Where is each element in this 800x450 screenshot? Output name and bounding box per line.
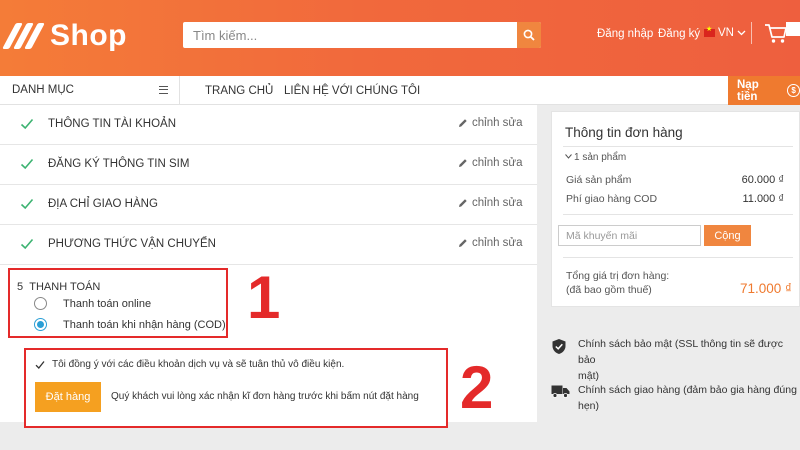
- cart-icon[interactable]: [764, 22, 788, 44]
- edit-label: chỉnh sửa: [472, 117, 523, 129]
- shipping-label: Phí giao hàng COD: [566, 193, 658, 205]
- shipping-value: 11.000 ₫: [742, 193, 784, 205]
- total-value: 71.000 ₫: [740, 281, 792, 296]
- language-code: VN: [718, 27, 734, 39]
- search-button[interactable]: [517, 22, 541, 48]
- site-logo[interactable]: Shop: [2, 14, 127, 58]
- category-label: DANH MỤC: [12, 84, 74, 96]
- edit-label: chỉnh sửa: [472, 237, 523, 249]
- payment-option-label: Thanh toán khi nhận hàng (COD): [63, 318, 226, 331]
- privacy-policy-link[interactable]: Chính sách bảo mật (SSL thông tin sẽ đượ…: [578, 336, 800, 384]
- nav-contact[interactable]: LIÊN HỆ VỚI CHÚNG TÔI: [284, 85, 420, 97]
- pencil-icon: [459, 239, 467, 247]
- terms-agreement[interactable]: Tôi đồng ý với các điều khoản dịch vụ và…: [35, 359, 344, 370]
- terms-text: Tôi đồng ý với các điều khoản dịch vụ và…: [52, 359, 345, 370]
- payment-option-label: Thanh toán online: [63, 297, 152, 310]
- check-icon: [20, 118, 34, 130]
- step-row: ĐĂNG KÝ THÔNG TIN SIM chỉnh sửa: [0, 145, 537, 185]
- summary-divider: [563, 146, 793, 147]
- edit-link[interactable]: chỉnh sửa: [458, 157, 523, 169]
- step-number: 5: [17, 281, 24, 293]
- cart-badge: [786, 22, 800, 36]
- logo-mark-icon: [2, 21, 46, 51]
- edit-link[interactable]: chỉnh sửa: [458, 237, 523, 249]
- shield-check-icon: [552, 339, 566, 354]
- total-label: Tổng giá trị đơn hàng: (đã bao gồm thuế): [566, 269, 669, 297]
- search-box: [183, 22, 541, 48]
- site-header: Shop Đăng nhập Đăng ký VN: [0, 0, 800, 76]
- main-nav: DANH MỤC TRANG CHỦ LIÊN HỆ VỚI CHÚNG TÔI…: [0, 76, 800, 105]
- product-count-toggle[interactable]: 1 sản phẩm: [565, 152, 626, 163]
- checkbox-check-icon[interactable]: [35, 360, 45, 370]
- edit-label: chỉnh sửa: [472, 157, 523, 169]
- total-label-line: (đã bao gồm thuế): [566, 284, 652, 296]
- hamburger-icon: [159, 86, 168, 94]
- search-icon: [523, 29, 535, 41]
- summary-divider: [563, 257, 793, 258]
- step-title: PHƯƠNG THỨC VẬN CHUYỂN: [48, 238, 216, 250]
- step-title: ĐỊA CHỈ GIAO HÀNG: [48, 198, 158, 210]
- summary-title: Thông tin đơn hàng: [565, 125, 683, 140]
- price-label: Giá sản phẩm: [566, 174, 632, 186]
- annotation-label-2: 2: [460, 354, 494, 421]
- payment-title: THANH TOÁN: [29, 281, 101, 293]
- edit-link[interactable]: chỉnh sửa: [458, 197, 523, 209]
- policy-line: hẹn): [578, 400, 600, 412]
- edit-label: chỉnh sửa: [472, 197, 523, 209]
- policy-line: Chính sách giao hàng (đảm bảo gia hàng đ…: [578, 384, 797, 396]
- step-title: THÔNG TIN TÀI KHOẢN: [48, 118, 177, 130]
- vietnam-flag-icon: [704, 25, 715, 37]
- chevron-down-icon: [565, 154, 572, 159]
- place-order-button[interactable]: Đặt hàng: [35, 382, 101, 412]
- apply-coupon-button[interactable]: Cộng: [704, 225, 751, 246]
- step-row: THÔNG TIN TÀI KHOẢN chỉnh sửa: [0, 105, 537, 145]
- radio-button[interactable]: [34, 297, 47, 310]
- pencil-icon: [459, 159, 467, 167]
- coupon-input[interactable]: [558, 225, 701, 246]
- nav-home[interactable]: TRANG CHỦ: [205, 85, 273, 97]
- register-link[interactable]: Đăng ký: [658, 28, 700, 40]
- logo-text: Shop: [50, 19, 127, 52]
- policy-line: Chính sách bảo mật (SSL thông tin sẽ đượ…: [578, 338, 783, 366]
- payment-option-online[interactable]: Thanh toán online: [34, 297, 151, 310]
- product-count: 1 sản phẩm: [574, 152, 627, 163]
- edit-link[interactable]: chỉnh sửa: [458, 117, 523, 129]
- header-divider: [751, 22, 752, 44]
- login-link[interactable]: Đăng nhập: [597, 28, 653, 40]
- order-note: Quý khách vui lòng xác nhận kĩ đơn hàng …: [111, 391, 419, 402]
- total-label-line: Tổng giá trị đơn hàng:: [566, 270, 670, 282]
- price-value: 60.000 ₫: [741, 174, 784, 186]
- annotation-label-1: 1: [247, 264, 281, 331]
- step-row: ĐỊA CHỈ GIAO HÀNG chỉnh sửa: [0, 185, 537, 225]
- language-selector[interactable]: VN: [704, 25, 746, 39]
- pencil-icon: [459, 119, 467, 127]
- check-icon: [20, 238, 34, 250]
- radio-button-selected[interactable]: [34, 318, 47, 331]
- check-icon: [20, 158, 34, 170]
- step-row: PHƯƠNG THỨC VẬN CHUYỂN chỉnh sửa: [0, 225, 537, 265]
- shipping-row: Phí giao hàng COD 11.000 ₫: [566, 193, 784, 205]
- truck-icon: [551, 385, 570, 398]
- check-icon: [20, 198, 34, 210]
- coin-icon: $: [787, 84, 800, 97]
- chevron-down-icon: [737, 30, 746, 36]
- summary-divider: [563, 214, 793, 215]
- topup-button[interactable]: Nạp tiền $: [728, 76, 800, 105]
- payment-option-cod[interactable]: Thanh toán khi nhận hàng (COD): [34, 318, 226, 331]
- category-menu[interactable]: DANH MỤC: [0, 76, 180, 105]
- price-row: Giá sản phẩm 60.000 ₫: [566, 174, 784, 186]
- shipping-policy-link[interactable]: Chính sách giao hàng (đảm bảo gia hàng đ…: [578, 382, 800, 414]
- step-title: ĐĂNG KÝ THÔNG TIN SIM: [48, 158, 190, 170]
- payment-section-title: 5 THANH TOÁN: [17, 281, 100, 293]
- search-input[interactable]: [183, 22, 517, 48]
- pencil-icon: [459, 199, 467, 207]
- topup-label: Nạp tiền: [737, 78, 759, 103]
